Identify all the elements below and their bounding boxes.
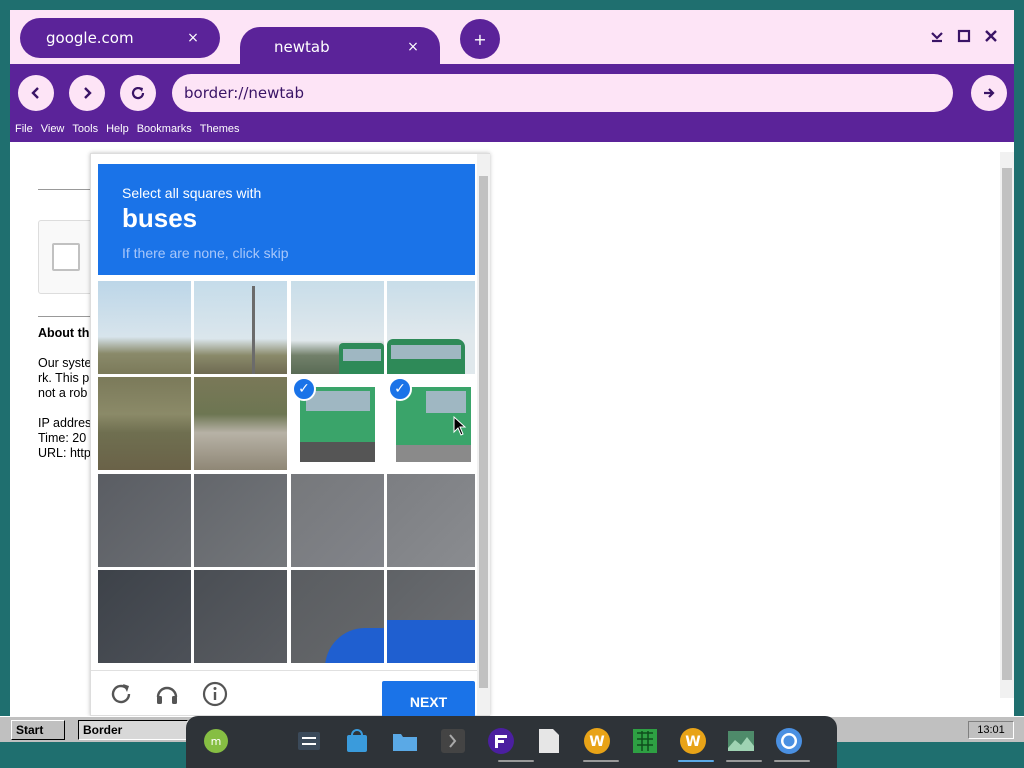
body-line: Our syste	[38, 356, 92, 370]
dock-indicator-active	[678, 760, 714, 762]
captcha-tile[interactable]	[98, 377, 191, 470]
captcha-tile[interactable]	[291, 570, 384, 663]
menu-bookmarks[interactable]: Bookmarks	[137, 123, 192, 139]
captcha-tile[interactable]	[387, 281, 475, 374]
tab-label: google.com	[46, 29, 134, 47]
tab-newtab[interactable]: newtab ×	[240, 27, 440, 67]
captcha-tile[interactable]	[291, 281, 384, 374]
folder-icon[interactable]	[390, 726, 420, 756]
dock-indicator	[583, 760, 619, 762]
ip-line: IP addres	[38, 416, 92, 430]
dock: m W W	[186, 716, 837, 768]
next-button[interactable]: NEXT	[382, 681, 475, 716]
settings-icon[interactable]	[294, 726, 324, 756]
url-bar[interactable]: border://newtab	[172, 74, 953, 112]
writer-icon-2[interactable]: W	[678, 726, 708, 756]
menu-bar: File View Tools Help Bookmarks Themes	[15, 123, 247, 139]
tab-google[interactable]: google.com ×	[20, 18, 220, 58]
info-icon[interactable]	[202, 681, 230, 709]
captcha-tile[interactable]	[194, 377, 287, 470]
arrow-right-icon	[984, 88, 995, 98]
divider	[38, 316, 98, 317]
checkmark-icon: ✓	[292, 377, 316, 401]
border-browser-icon[interactable]	[486, 726, 516, 756]
start-label: Start	[16, 723, 44, 737]
go-button[interactable]	[971, 75, 1007, 111]
menu-tools[interactable]: Tools	[72, 123, 98, 139]
image-viewer-icon[interactable]	[726, 726, 756, 756]
about-heading: About th	[38, 326, 90, 340]
checkmark-icon: ✓	[388, 377, 412, 401]
dock-indicator	[774, 760, 810, 762]
divider	[38, 189, 98, 190]
store-icon[interactable]	[342, 726, 372, 756]
minimize-icon[interactable]	[928, 29, 946, 47]
cursor-icon	[453, 416, 467, 436]
start-button[interactable]: Start	[11, 720, 65, 740]
captcha-tile[interactable]	[194, 570, 287, 663]
captcha-tile[interactable]	[291, 474, 384, 567]
refresh-icon[interactable]	[108, 681, 136, 709]
captcha-tile[interactable]	[387, 570, 475, 663]
scrollbar-thumb[interactable]	[1002, 168, 1012, 680]
captcha-scrollbar[interactable]	[477, 154, 490, 715]
captcha-tile[interactable]	[387, 474, 475, 567]
captcha-footer: NEXT	[91, 670, 489, 716]
svg-text:W: W	[589, 734, 604, 750]
close-tab-icon[interactable]: ×	[402, 39, 424, 55]
captcha-tile[interactable]	[98, 281, 191, 374]
menu-view[interactable]: View	[41, 123, 65, 139]
scrollbar-thumb[interactable]	[479, 176, 488, 688]
menu-file[interactable]: File	[15, 123, 33, 139]
dock-indicator	[498, 760, 534, 762]
title-bar: google.com × newtab × +	[10, 10, 1014, 67]
captcha-target: buses	[122, 203, 198, 233]
chevron-left-icon	[31, 87, 39, 99]
captcha-tile[interactable]	[194, 281, 287, 374]
chevron-right-icon	[84, 87, 92, 99]
back-button[interactable]	[18, 75, 54, 111]
svg-text:W: W	[685, 734, 700, 750]
chrome-icon[interactable]	[774, 726, 804, 756]
captcha-challenge: Select all squares with buses If there a…	[90, 153, 490, 716]
spreadsheet-icon[interactable]	[630, 726, 660, 756]
file-icon[interactable]	[534, 726, 564, 756]
captcha-header: Select all squares with buses If there a…	[98, 164, 475, 275]
toolbar: border://newtab File View Tools Help Boo…	[10, 64, 1014, 142]
captcha-prompt: Select all squares with	[122, 185, 262, 201]
taskbar-item-border[interactable]: Border	[78, 720, 188, 740]
close-tab-icon[interactable]: ×	[182, 30, 204, 46]
page-scrollbar[interactable]	[1000, 152, 1014, 698]
headphones-icon[interactable]	[154, 681, 182, 709]
mint-menu-icon[interactable]: m	[201, 726, 231, 756]
menu-themes[interactable]: Themes	[200, 123, 240, 139]
forward-button[interactable]	[69, 75, 105, 111]
menu-help[interactable]: Help	[106, 123, 129, 139]
captcha-tile[interactable]	[194, 474, 287, 567]
terminal-icon[interactable]	[438, 726, 468, 756]
body-line: not a rob	[38, 386, 88, 400]
reload-icon	[131, 86, 145, 100]
svg-text:m: m	[211, 735, 222, 748]
clock: 13:01	[968, 721, 1014, 739]
page-content: About th Our syste rk. This p not a rob …	[10, 142, 1014, 716]
reload-button[interactable]	[120, 75, 156, 111]
browser-window: google.com × newtab × + border://newtab	[10, 10, 1014, 716]
maximize-icon[interactable]	[955, 29, 973, 47]
url-line: URL: http	[38, 446, 91, 460]
recaptcha-checkbox[interactable]	[52, 243, 80, 271]
captcha-grid: ✓ ✓	[98, 281, 475, 663]
task-label: Border	[83, 723, 123, 737]
body-line: rk. This p	[38, 371, 90, 385]
captcha-tile[interactable]	[98, 570, 191, 663]
close-window-icon[interactable]	[982, 29, 1000, 47]
new-tab-button[interactable]: +	[460, 19, 500, 59]
time-line: Time: 20	[38, 431, 87, 445]
captcha-hint: If there are none, click skip	[122, 245, 289, 261]
tab-label: newtab	[274, 38, 330, 56]
writer-icon[interactable]: W	[582, 726, 612, 756]
dock-indicator	[726, 760, 762, 762]
captcha-tile[interactable]	[98, 474, 191, 567]
